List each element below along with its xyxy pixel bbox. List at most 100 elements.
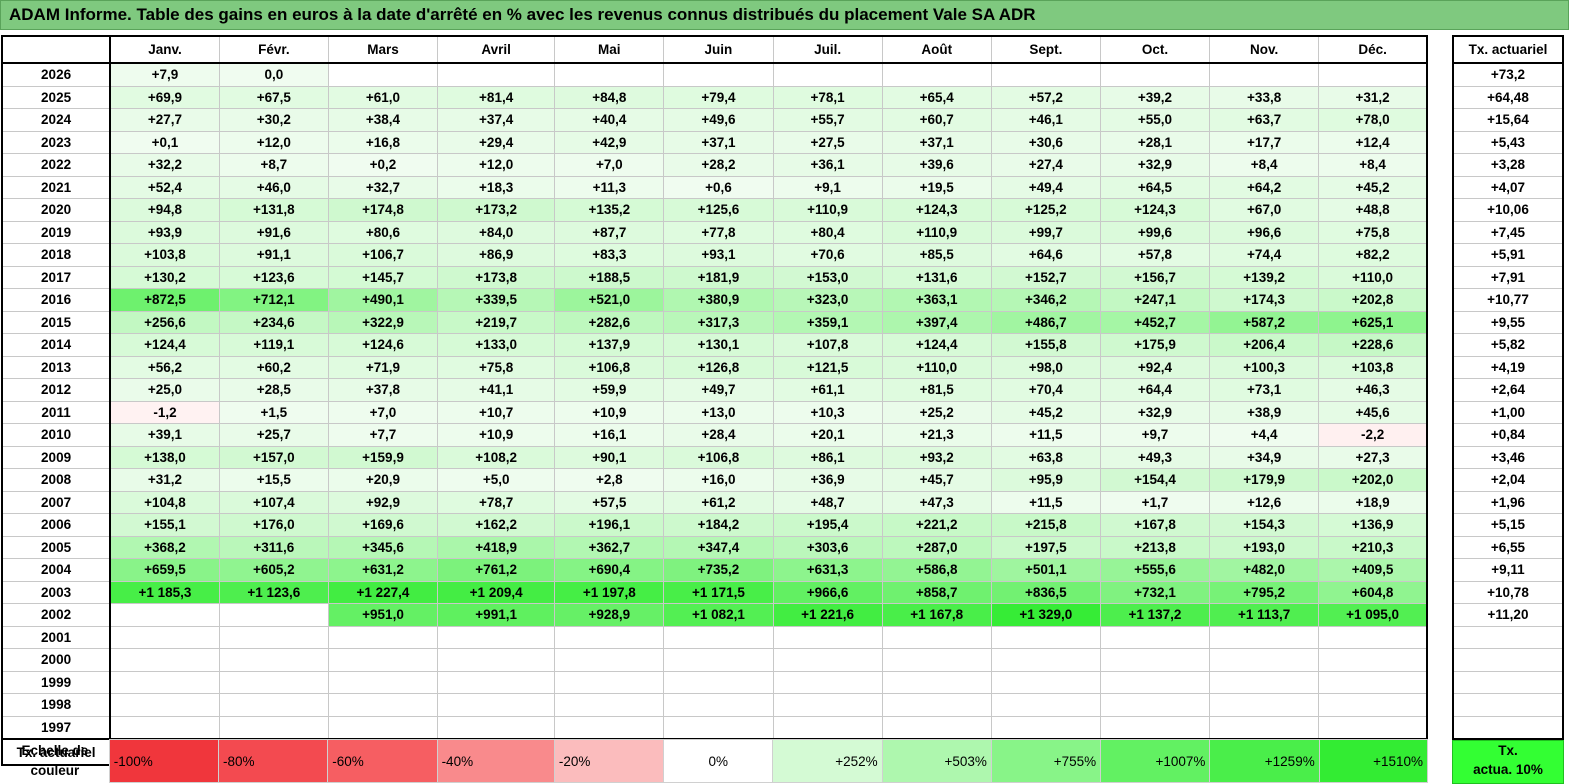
gain-cell: +82,2 <box>1318 243 1428 267</box>
table-row: 2001 <box>1 625 1428 649</box>
gain-cell <box>109 670 220 694</box>
gain-cell: +27,7 <box>109 108 220 132</box>
gain-cell: +359,1 <box>772 310 883 334</box>
gain-cell <box>1209 670 1320 694</box>
gain-cell <box>554 62 665 87</box>
gain-cell <box>663 715 774 740</box>
gain-cell: +174,8 <box>327 198 439 222</box>
tx-cell: +2,64 <box>1452 378 1564 402</box>
gain-cell: +135,2 <box>554 198 665 222</box>
gain-cell: +20,1 <box>772 423 883 447</box>
gain-cell: +363,1 <box>881 288 992 312</box>
gain-cell: +256,6 <box>109 310 220 334</box>
gain-cell <box>554 715 665 740</box>
gain-cell: +145,7 <box>327 265 439 289</box>
gain-cell: +86,9 <box>437 243 556 267</box>
scale-swatch: -100% <box>108 739 220 783</box>
gain-cell: +206,4 <box>1209 333 1320 357</box>
gain-cell <box>554 693 665 717</box>
gain-cell: +11,5 <box>990 423 1101 447</box>
gain-cell: +156,7 <box>1099 265 1211 289</box>
table-row: 2010 +39,1 +25,7 +7,7 +10,9 +16,1 +28,4 +20,1 +2… <box>1 423 1428 447</box>
scale-swatch: +503% <box>881 739 992 783</box>
gain-cell: +80,4 <box>772 220 883 244</box>
gain-cell: +202,0 <box>1318 468 1428 492</box>
gain-cell: +45,7 <box>881 468 992 492</box>
gain-cell: +77,8 <box>663 220 774 244</box>
gain-cell: +27,5 <box>772 130 883 154</box>
gain-cell: +63,7 <box>1209 108 1320 132</box>
year-label: 2009 <box>1 445 112 469</box>
gain-cell: +175,9 <box>1099 333 1211 357</box>
gain-cell: +213,8 <box>1099 535 1211 559</box>
gain-cell: -2,2 <box>1318 423 1428 447</box>
color-scale-label-line1: Echelle de <box>21 743 89 758</box>
gain-cell: +10,9 <box>437 423 556 447</box>
gain-cell: +234,6 <box>218 310 329 334</box>
gain-cell: +37,8 <box>327 378 439 402</box>
tx-cell: +5,82 <box>1452 333 1564 357</box>
gain-cell: +37,1 <box>881 130 992 154</box>
tx-rate-legend: Tx. actua. 10% <box>1452 740 1564 784</box>
gain-cell: +131,8 <box>218 198 329 222</box>
table-row: 2000 <box>1 648 1428 672</box>
gain-cell <box>1318 625 1428 649</box>
gain-cell: +80,6 <box>327 220 439 244</box>
gain-cell: +196,1 <box>554 513 665 537</box>
year-label: 1999 <box>1 670 112 694</box>
table-row: 2019 +93,9 +91,6 +80,6 +84,0 +87,7 +77,8 +80,4 +… <box>1 220 1428 244</box>
gain-cell: +690,4 <box>554 558 665 582</box>
gain-cell: +49,7 <box>663 378 774 402</box>
gain-cell: +56,2 <box>109 355 220 379</box>
gain-cell: +1 221,6 <box>772 603 883 627</box>
tx-row: +1,96 <box>1452 490 1564 514</box>
tx-cell: +10,06 <box>1452 198 1564 222</box>
gain-cell: +287,0 <box>881 535 992 559</box>
gain-cell: +45,2 <box>1318 175 1428 199</box>
gain-cell: +1,7 <box>1099 490 1211 514</box>
gain-cell: +87,7 <box>554 220 665 244</box>
table-row: 2018 +103,8 +91,1 +106,7 +86,9 +83,3 +93,1 +70,… <box>1 243 1428 267</box>
gain-cell: +12,6 <box>1209 490 1320 514</box>
gain-cell <box>990 648 1101 672</box>
table-row: 1998 <box>1 693 1428 717</box>
year-label: 2007 <box>1 490 112 514</box>
month-header: Août <box>881 35 992 64</box>
gain-cell: +40,4 <box>554 108 665 132</box>
gain-cell: +93,1 <box>663 243 774 267</box>
gain-cell: +32,2 <box>109 153 220 177</box>
gain-cell: +61,2 <box>663 490 774 514</box>
gain-cell: +154,4 <box>1099 468 1211 492</box>
tx-row: +0,84 <box>1452 423 1564 447</box>
gain-cell: +339,5 <box>437 288 556 312</box>
year-label: 2015 <box>1 310 112 334</box>
gain-cell: +31,2 <box>1318 85 1428 109</box>
gain-cell: +197,5 <box>990 535 1101 559</box>
gain-cell: +86,1 <box>772 445 883 469</box>
gain-cell: +872,5 <box>109 288 220 312</box>
gain-cell: +46,3 <box>1318 378 1428 402</box>
gain-cell: +795,2 <box>1209 580 1320 604</box>
tx-row: +15,64 <box>1452 108 1564 132</box>
gain-cell <box>772 670 883 694</box>
gain-cell <box>881 62 992 87</box>
gain-cell: +64,5 <box>1099 175 1211 199</box>
gain-cell: +162,2 <box>437 513 556 537</box>
tx-cell: +5,15 <box>1452 513 1564 537</box>
gain-cell <box>218 625 329 649</box>
gain-cell: +625,1 <box>1318 310 1428 334</box>
scale-swatch: -80% <box>218 739 329 783</box>
gain-cell: +104,8 <box>109 490 220 514</box>
gain-cell: +75,8 <box>1318 220 1428 244</box>
gain-cell: +133,0 <box>437 333 556 357</box>
tx-cell <box>1452 715 1564 740</box>
tx-cell: +0,84 <box>1452 423 1564 447</box>
tx-row: +9,55 <box>1452 310 1564 334</box>
tx-row: +5,43 <box>1452 130 1564 154</box>
gain-cell: +181,9 <box>663 265 774 289</box>
month-header: Nov. <box>1209 35 1320 64</box>
table-row: 2008 +31,2 +15,5 +20,9 +5,0 +2,8 +16,0 +36,9 +45… <box>1 468 1428 492</box>
year-label: 2017 <box>1 265 112 289</box>
gain-cell <box>881 625 992 649</box>
gain-cell: +452,7 <box>1099 310 1211 334</box>
